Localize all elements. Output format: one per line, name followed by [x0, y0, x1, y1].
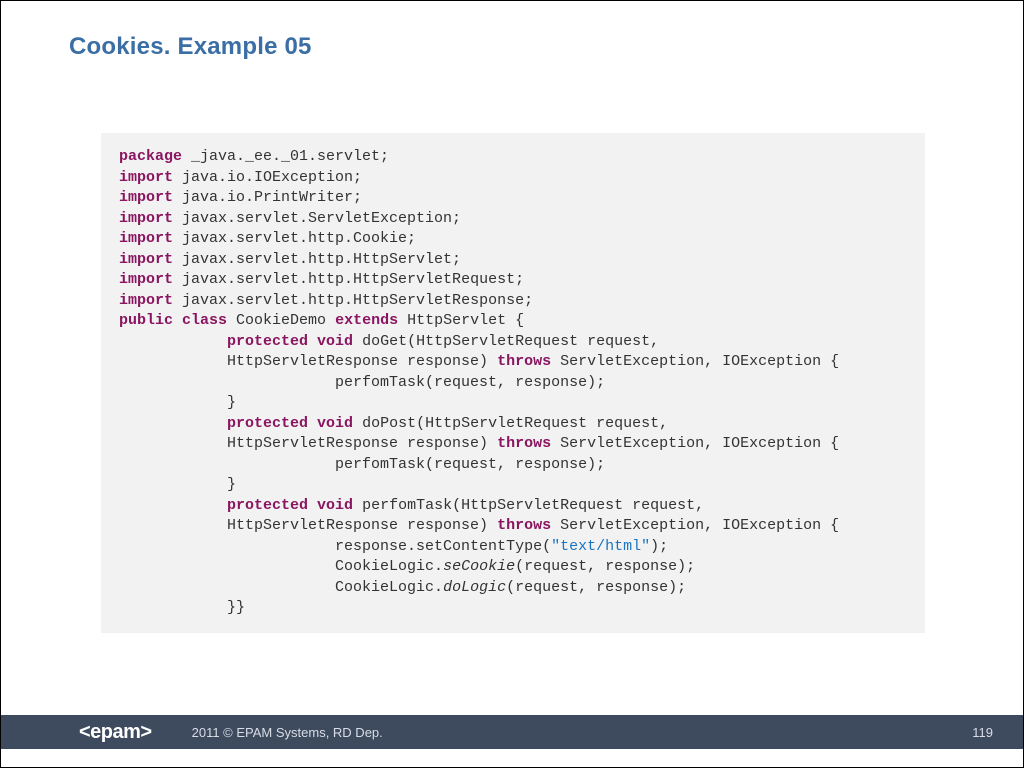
code-block: package _java._ee._01.servlet; import ja…: [101, 133, 925, 633]
footer-bar: <epam> 2011 © EPAM Systems, RD Dep. 119: [1, 715, 1023, 749]
epam-logo: <epam>: [79, 721, 152, 744]
copyright-text: 2011 © EPAM Systems, RD Dep.: [192, 725, 383, 740]
page-number: 119: [972, 725, 993, 740]
slide-title: Cookies. Example 05: [69, 33, 312, 61]
code-content: package _java._ee._01.servlet; import ja…: [119, 147, 907, 619]
slide: Cookies. Example 05 package _java._ee._0…: [1, 1, 1023, 767]
